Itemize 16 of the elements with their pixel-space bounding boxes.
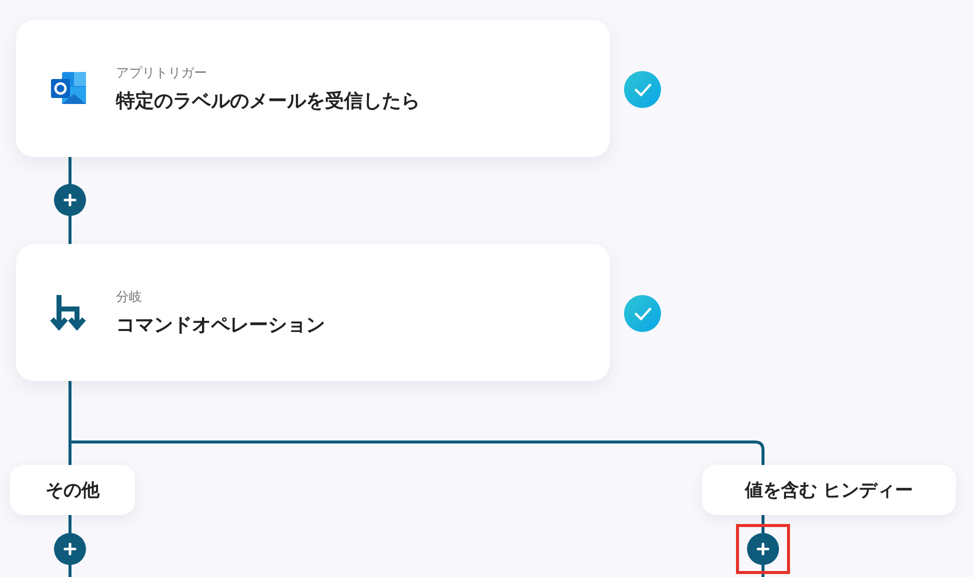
plus-icon <box>756 542 770 556</box>
branch-label: 値を含む ヒンディー <box>702 465 956 515</box>
step-card[interactable]: アプリトリガー 特定のラベルのメールを受信したら <box>16 20 610 157</box>
branch-label: その他 <box>10 465 135 515</box>
branch-icon <box>50 292 88 332</box>
step-card[interactable]: 分岐 コマンドオペレーション <box>16 244 610 381</box>
step-category: 分岐 <box>116 288 143 306</box>
mail-app-icon <box>50 70 88 106</box>
step-title: 特定のラベルのメールを受信したら <box>116 88 420 114</box>
plus-icon <box>63 542 77 556</box>
add-step-button[interactable] <box>54 184 86 216</box>
add-step-button[interactable] <box>747 533 779 565</box>
plus-icon <box>63 193 77 207</box>
add-step-button[interactable] <box>54 533 86 565</box>
step-title: コマンドオペレーション <box>116 312 325 338</box>
step-category: アプリトリガー <box>116 64 208 82</box>
